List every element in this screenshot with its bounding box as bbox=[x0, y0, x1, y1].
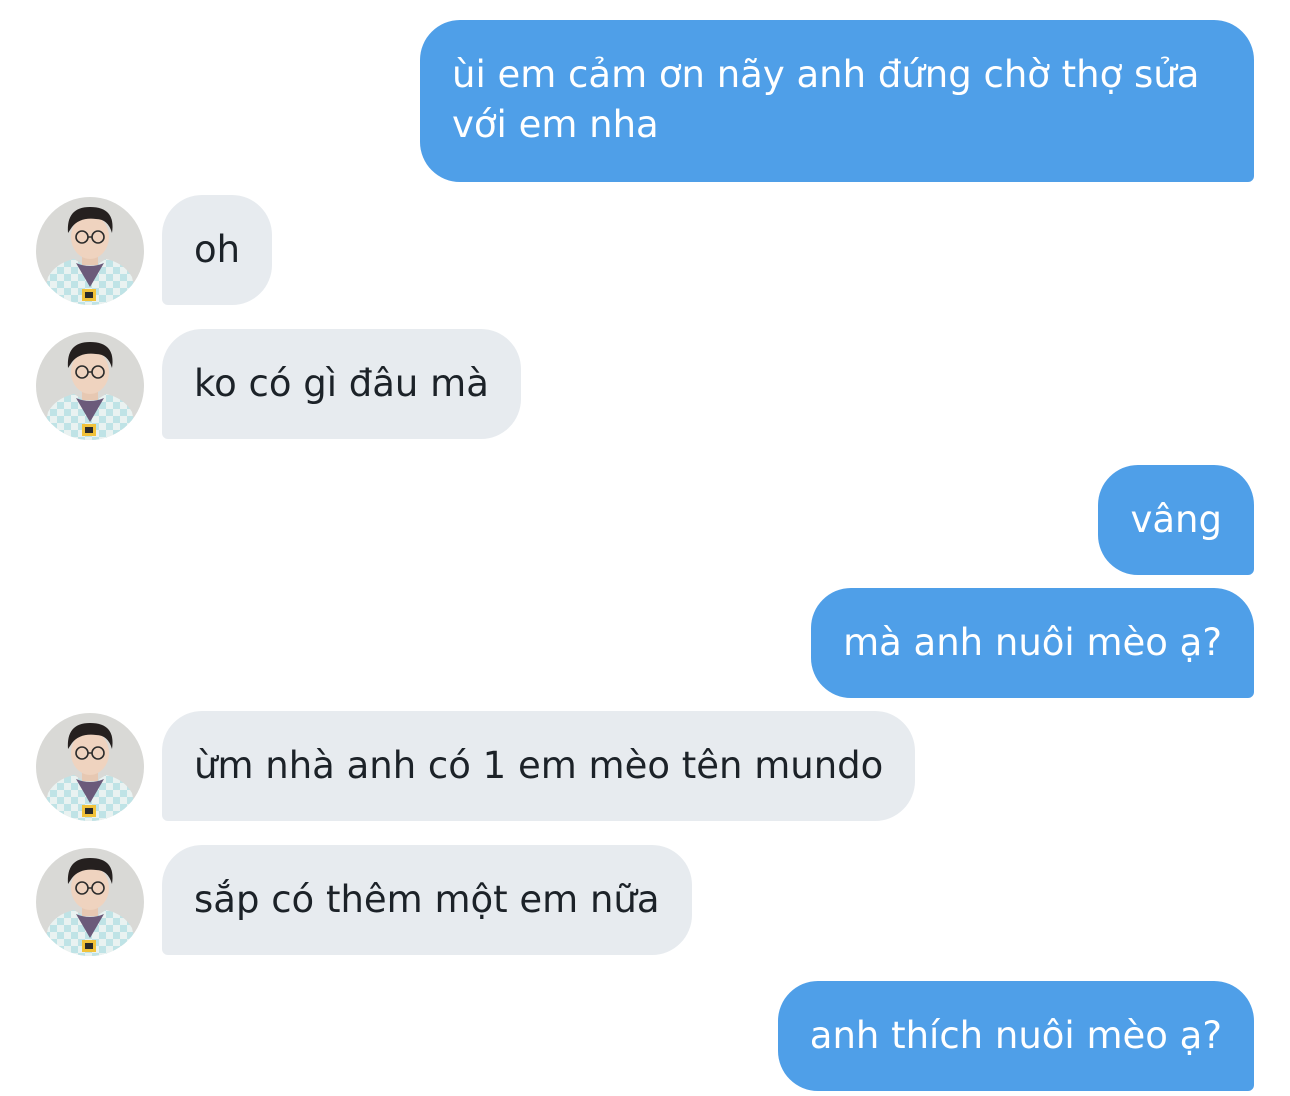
sent-message-bubble[interactable]: ùi em cảm ơn nãy anh đứng chờ thợ sửa vớ… bbox=[420, 20, 1254, 182]
received-message-bubble[interactable]: ko có gì đâu mà bbox=[162, 329, 521, 439]
contact-avatar-icon[interactable] bbox=[36, 848, 144, 956]
received-message-bubble[interactable]: sắp có thêm một em nữa bbox=[162, 845, 692, 955]
contact-avatar-icon[interactable] bbox=[36, 332, 144, 440]
message-text: vâng bbox=[1130, 498, 1222, 541]
message-text: oh bbox=[194, 228, 241, 271]
contact-avatar-icon[interactable] bbox=[36, 197, 144, 305]
message-text: ko có gì đâu mà bbox=[194, 362, 489, 405]
sent-message-bubble[interactable]: mà anh nuôi mèo ạ? bbox=[811, 588, 1254, 698]
message-thread: ùi em cảm ơn nãy anh đứng chờ thợ sửa vớ… bbox=[0, 0, 1290, 1096]
contact-avatar-icon[interactable] bbox=[36, 713, 144, 821]
message-text: anh thích nuôi mèo ạ? bbox=[809, 1014, 1222, 1057]
message-text: ùi em cảm ơn nãy anh đứng chờ thợ sửa vớ… bbox=[452, 53, 1200, 146]
sent-message-bubble[interactable]: anh thích nuôi mèo ạ? bbox=[777, 981, 1254, 1091]
message-text: ừm nhà anh có 1 em mèo tên mundo bbox=[194, 744, 884, 787]
sent-message-bubble[interactable]: vâng bbox=[1098, 465, 1254, 575]
message-text: mà anh nuôi mèo ạ? bbox=[843, 621, 1222, 664]
received-message-bubble[interactable]: oh bbox=[162, 195, 273, 305]
message-text: sắp có thêm một em nữa bbox=[194, 878, 660, 921]
received-message-bubble[interactable]: ừm nhà anh có 1 em mèo tên mundo bbox=[162, 711, 916, 821]
